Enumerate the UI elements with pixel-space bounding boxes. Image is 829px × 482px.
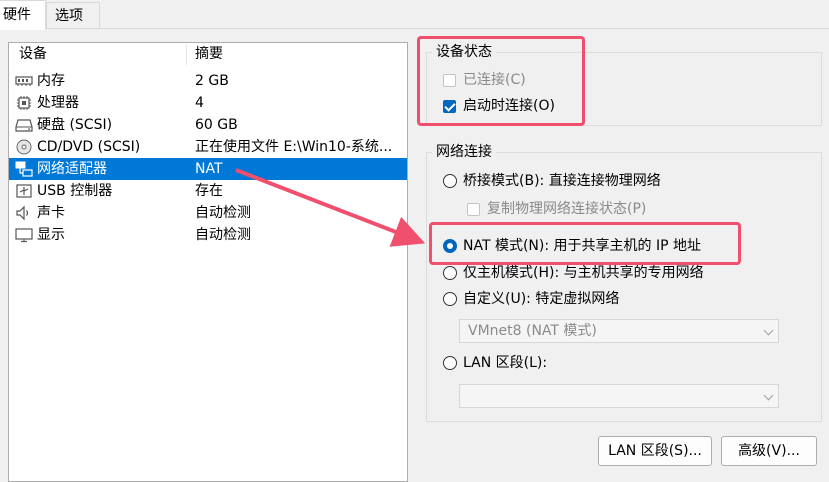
annotation-arrow [235, 168, 426, 247]
tab-hardware[interactable]: 硬件 [0, 0, 46, 30]
